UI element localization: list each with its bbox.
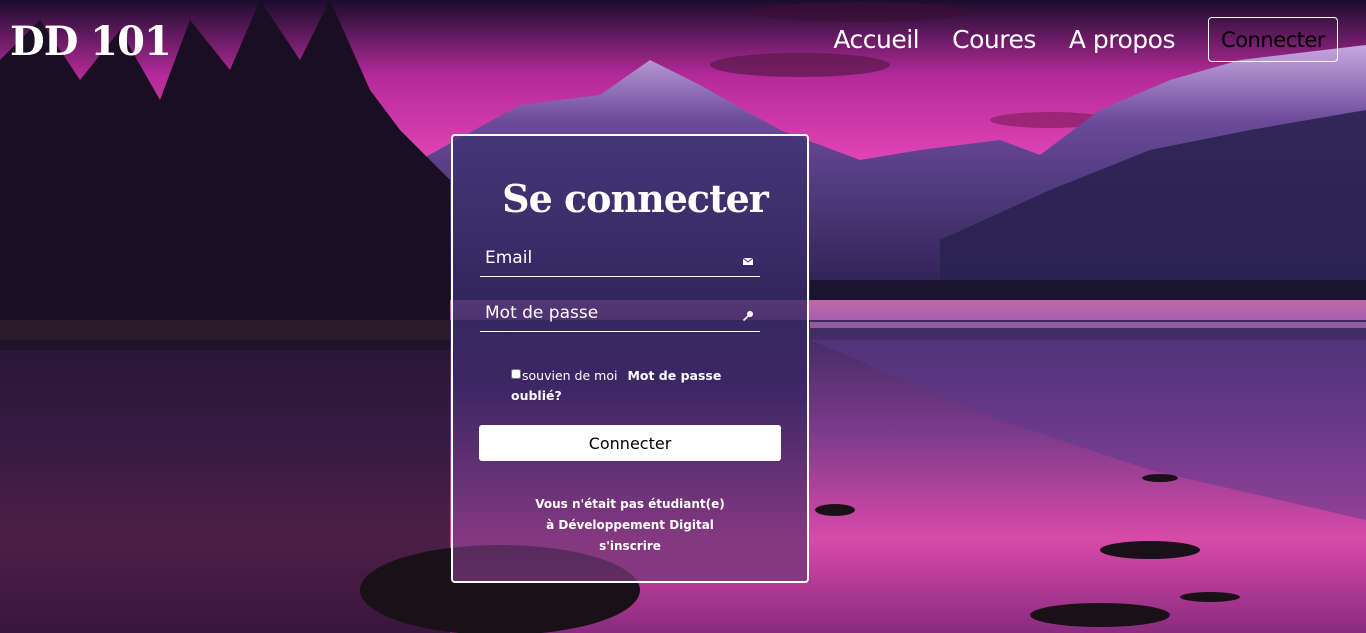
signup-prompt: Vous n'était pas étudiant(e) à Développe… — [453, 494, 807, 557]
email-field-wrapper — [480, 242, 760, 277]
password-field-wrapper — [480, 297, 760, 332]
remember-row: souvien de moi Mot de passe oublié? — [511, 366, 751, 406]
nav-link-coures[interactable]: Coures — [952, 25, 1036, 54]
login-card: Se connecter souvien de moiMot de passe … — [451, 134, 809, 583]
key-icon — [742, 311, 753, 322]
remember-checkbox[interactable] — [511, 369, 521, 379]
email-field[interactable] — [480, 242, 730, 274]
login-submit-button[interactable]: Connecter — [479, 425, 781, 461]
signup-prompt-line1: Vous n'était pas étudiant(e) — [535, 497, 725, 511]
nav-link-accueil[interactable]: Accueil — [833, 25, 919, 54]
remember-label: souvien de moi — [522, 368, 618, 383]
password-field[interactable] — [480, 297, 730, 329]
envelope-icon — [742, 257, 754, 265]
site-logo[interactable]: DD 101 — [10, 18, 172, 65]
header-connect-button[interactable]: Connecter — [1208, 17, 1338, 62]
signup-prompt-line2: à Développement Digital — [546, 518, 714, 532]
main-nav: Accueil Coures A propos Connecter — [833, 17, 1338, 62]
login-title: Se connecter — [502, 176, 769, 221]
nav-link-a-propos[interactable]: A propos — [1069, 25, 1176, 54]
signup-link[interactable]: s'inscrire — [599, 539, 661, 553]
